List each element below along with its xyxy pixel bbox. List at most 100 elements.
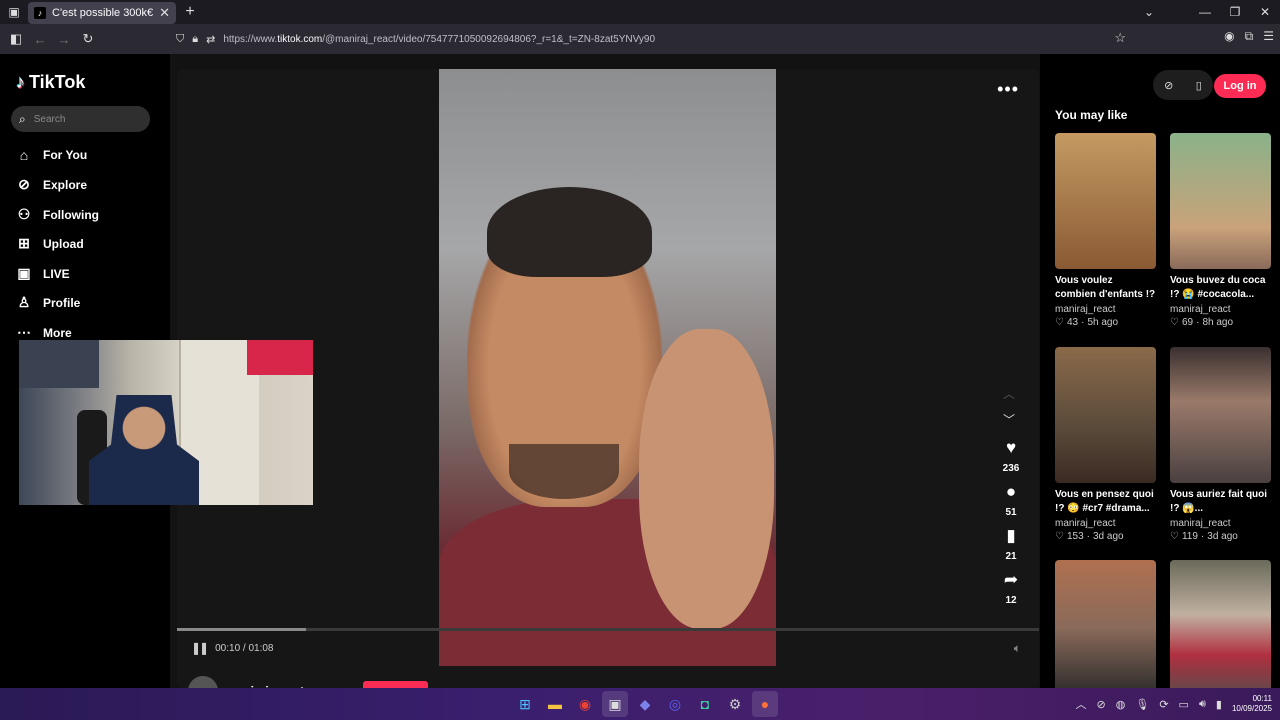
microphone-icon[interactable]: 🎙︎ [1135, 698, 1149, 711]
like-button[interactable]: ♥ 236 [995, 439, 1027, 475]
steam-icon[interactable]: ◍ [1116, 698, 1126, 711]
tab-list-icon[interactable]: ▣ [0, 0, 28, 24]
save-button[interactable]: ▮ 21 [995, 527, 1027, 563]
maximize-icon[interactable]: ❐ [1220, 5, 1250, 19]
clock[interactable]: 00:11 10/09/2025 [1232, 694, 1272, 714]
video-thumbnail[interactable] [1170, 133, 1271, 269]
avatar[interactable] [188, 676, 218, 688]
bookmark-star-icon[interactable]: ☆ [1114, 30, 1126, 46]
video-author[interactable]: maniraj_react [188, 676, 304, 688]
speaker-icon[interactable]: 🔊︎ [1199, 698, 1206, 711]
permissions-icon[interactable]: ⇄ [206, 33, 215, 46]
terminal-icon[interactable]: ▣ [602, 691, 628, 717]
sidebar-item-for-you[interactable]: ⌂ For You [16, 147, 87, 163]
video-thumbnail[interactable] [1055, 347, 1156, 483]
chrome-icon[interactable]: ◉ [572, 691, 598, 717]
battery-icon[interactable]: ▮ [1216, 698, 1222, 711]
tab-close-icon[interactable]: ✕ [159, 5, 170, 21]
video-frame[interactable] [439, 69, 776, 666]
new-tab-icon[interactable]: + [176, 3, 204, 21]
search-icon: ⌕ [19, 111, 26, 126]
back-icon[interactable]: ← [28, 27, 52, 51]
video-thumbnail[interactable] [1055, 560, 1156, 688]
pause-icon[interactable]: ❚❚ [191, 641, 209, 655]
volume-icon[interactable]: 🔈︎ [1014, 641, 1021, 656]
no-network-icon[interactable]: ⊘ [1097, 698, 1106, 711]
menu-icon[interactable]: ☰ [1263, 29, 1274, 44]
device-icon[interactable]: ▯ [1196, 79, 1202, 92]
sidebar-item-live[interactable]: ▣ LIVE [16, 265, 69, 282]
sidebar-item-label: For You [43, 148, 88, 162]
card-stats: ♡ 153 · 3d ago [1055, 531, 1156, 542]
video-thumbnail[interactable] [1055, 133, 1156, 269]
card-stats: ♡ 119 · 3d ago [1170, 531, 1271, 542]
tray-chevron-icon[interactable]: ︿ [1076, 696, 1087, 712]
display-icon[interactable]: ▭ [1179, 698, 1189, 711]
recommended-video-card[interactable] [1170, 560, 1271, 688]
recommended-video-card[interactable]: Vous buvez du coca !? 😭 #cocacola... man… [1170, 133, 1271, 328]
minimize-icon[interactable]: — [1190, 5, 1220, 19]
video-time: 00:10 / 01:08 [215, 642, 274, 654]
reload-icon[interactable]: ↻ [76, 27, 100, 51]
card-author[interactable]: maniraj_react [1170, 518, 1271, 529]
webcam-poster-right [247, 340, 313, 375]
share-button[interactable]: ➦ 12 [995, 571, 1027, 607]
more-options-icon[interactable]: ••• [997, 79, 1019, 100]
sidebar-item-label: More [43, 325, 72, 340]
tiktok-logo[interactable]: ♪ TikTok [16, 72, 85, 93]
sync-icon[interactable]: ⟳ [1159, 698, 1168, 711]
sidebar-item-more[interactable]: ⋯ More [16, 324, 72, 341]
next-video-icon[interactable]: ﹀ [1003, 411, 1015, 428]
shield-icon[interactable]: ⛉ [176, 33, 184, 46]
recommended-video-card[interactable]: Vous voulez combien d'enfants !? 🥵... ma… [1055, 133, 1156, 328]
webcam-poster-left [19, 340, 99, 388]
sidebar-item-explore[interactable]: ⊘ Explore [16, 176, 87, 193]
previous-video-icon[interactable]: ︿ [1003, 385, 1015, 402]
firefox-icon[interactable]: ● [752, 691, 778, 717]
video-beard-region [509, 444, 619, 499]
video-thumbnail[interactable] [1170, 347, 1271, 483]
tab-overflow-chevron-icon[interactable]: ⌄ [1134, 5, 1164, 19]
video-thumbnail[interactable] [1170, 560, 1271, 688]
login-button[interactable]: Log in [1214, 74, 1266, 98]
extensions-icon[interactable]: ⧉ [1245, 29, 1254, 44]
recommended-video-card[interactable]: Vous en pensez quoi !? 😳 #cr7 #drama... … [1055, 347, 1156, 542]
video-progress-bar[interactable] [177, 628, 1039, 631]
search-input[interactable]: ⌕ Search [11, 106, 150, 132]
card-title[interactable]: Vous auriez fait quoi !? 😱... [1170, 488, 1271, 516]
card-author[interactable]: maniraj_react [1170, 304, 1271, 315]
windows-start-icon[interactable]: ⊞ [512, 691, 538, 717]
card-title[interactable]: Vous voulez combien d'enfants !? 🥵... [1055, 274, 1156, 302]
system-tray: ︿ ⊘ ◍ 🎙︎ ⟳ ▭ 🔊︎ ▮ 00:11 10/09/2025 [1076, 688, 1272, 720]
comment-button[interactable]: ● 51 [995, 483, 1027, 519]
heart-outline-icon: ♡ [1055, 317, 1064, 328]
close-window-icon[interactable]: ✕ [1250, 5, 1280, 19]
recommended-video-card[interactable] [1055, 560, 1156, 688]
address-bar[interactable]: ⛉ 🔒︎ ⇄ https://www.tiktok.com/@maniraj_r… [176, 27, 1136, 51]
save-count: 21 [1005, 551, 1017, 562]
card-author[interactable]: maniraj_react [1055, 304, 1156, 315]
explore-icon[interactable]: ⊘ [1164, 79, 1173, 92]
card-age: 8h ago [1202, 317, 1234, 328]
url-text[interactable]: https://www.tiktok.com/@maniraj_react/vi… [223, 34, 655, 45]
browser-tab[interactable]: ♪ C'est possible 300k€ par m ✕ [28, 1, 176, 24]
card-title[interactable]: Vous buvez du coca !? 😭 #cocacola... [1170, 274, 1271, 302]
chatgpt-icon[interactable]: ◘ [692, 691, 718, 717]
teams-icon[interactable]: ◆ [632, 691, 658, 717]
recommended-video-card[interactable]: Vous auriez fait quoi !? 😱... maniraj_re… [1170, 347, 1271, 542]
upload-icon: ⊞ [18, 235, 30, 251]
forward-icon[interactable]: → [52, 27, 76, 51]
sidebar-item-upload[interactable]: ⊞ Upload [16, 235, 84, 252]
sidebar-toggle-icon[interactable]: ◧ [4, 27, 28, 51]
lock-icon[interactable]: 🔒︎ [192, 33, 198, 46]
account-icon[interactable]: ◉ [1224, 29, 1234, 44]
progress-fill [177, 628, 307, 631]
sidebar-item-profile[interactable]: ♙ Profile [16, 294, 81, 311]
settings-icon[interactable]: ⚙ [722, 691, 748, 717]
card-title[interactable]: Vous en pensez quoi !? 😳 #cr7 #drama... [1055, 488, 1156, 516]
discord-icon[interactable]: ◎ [662, 691, 688, 717]
follow-button[interactable] [363, 681, 428, 688]
card-author[interactable]: maniraj_react [1055, 518, 1156, 529]
file-explorer-icon[interactable]: ▬ [542, 691, 568, 717]
sidebar-item-following[interactable]: ⚇ Following [16, 206, 99, 223]
